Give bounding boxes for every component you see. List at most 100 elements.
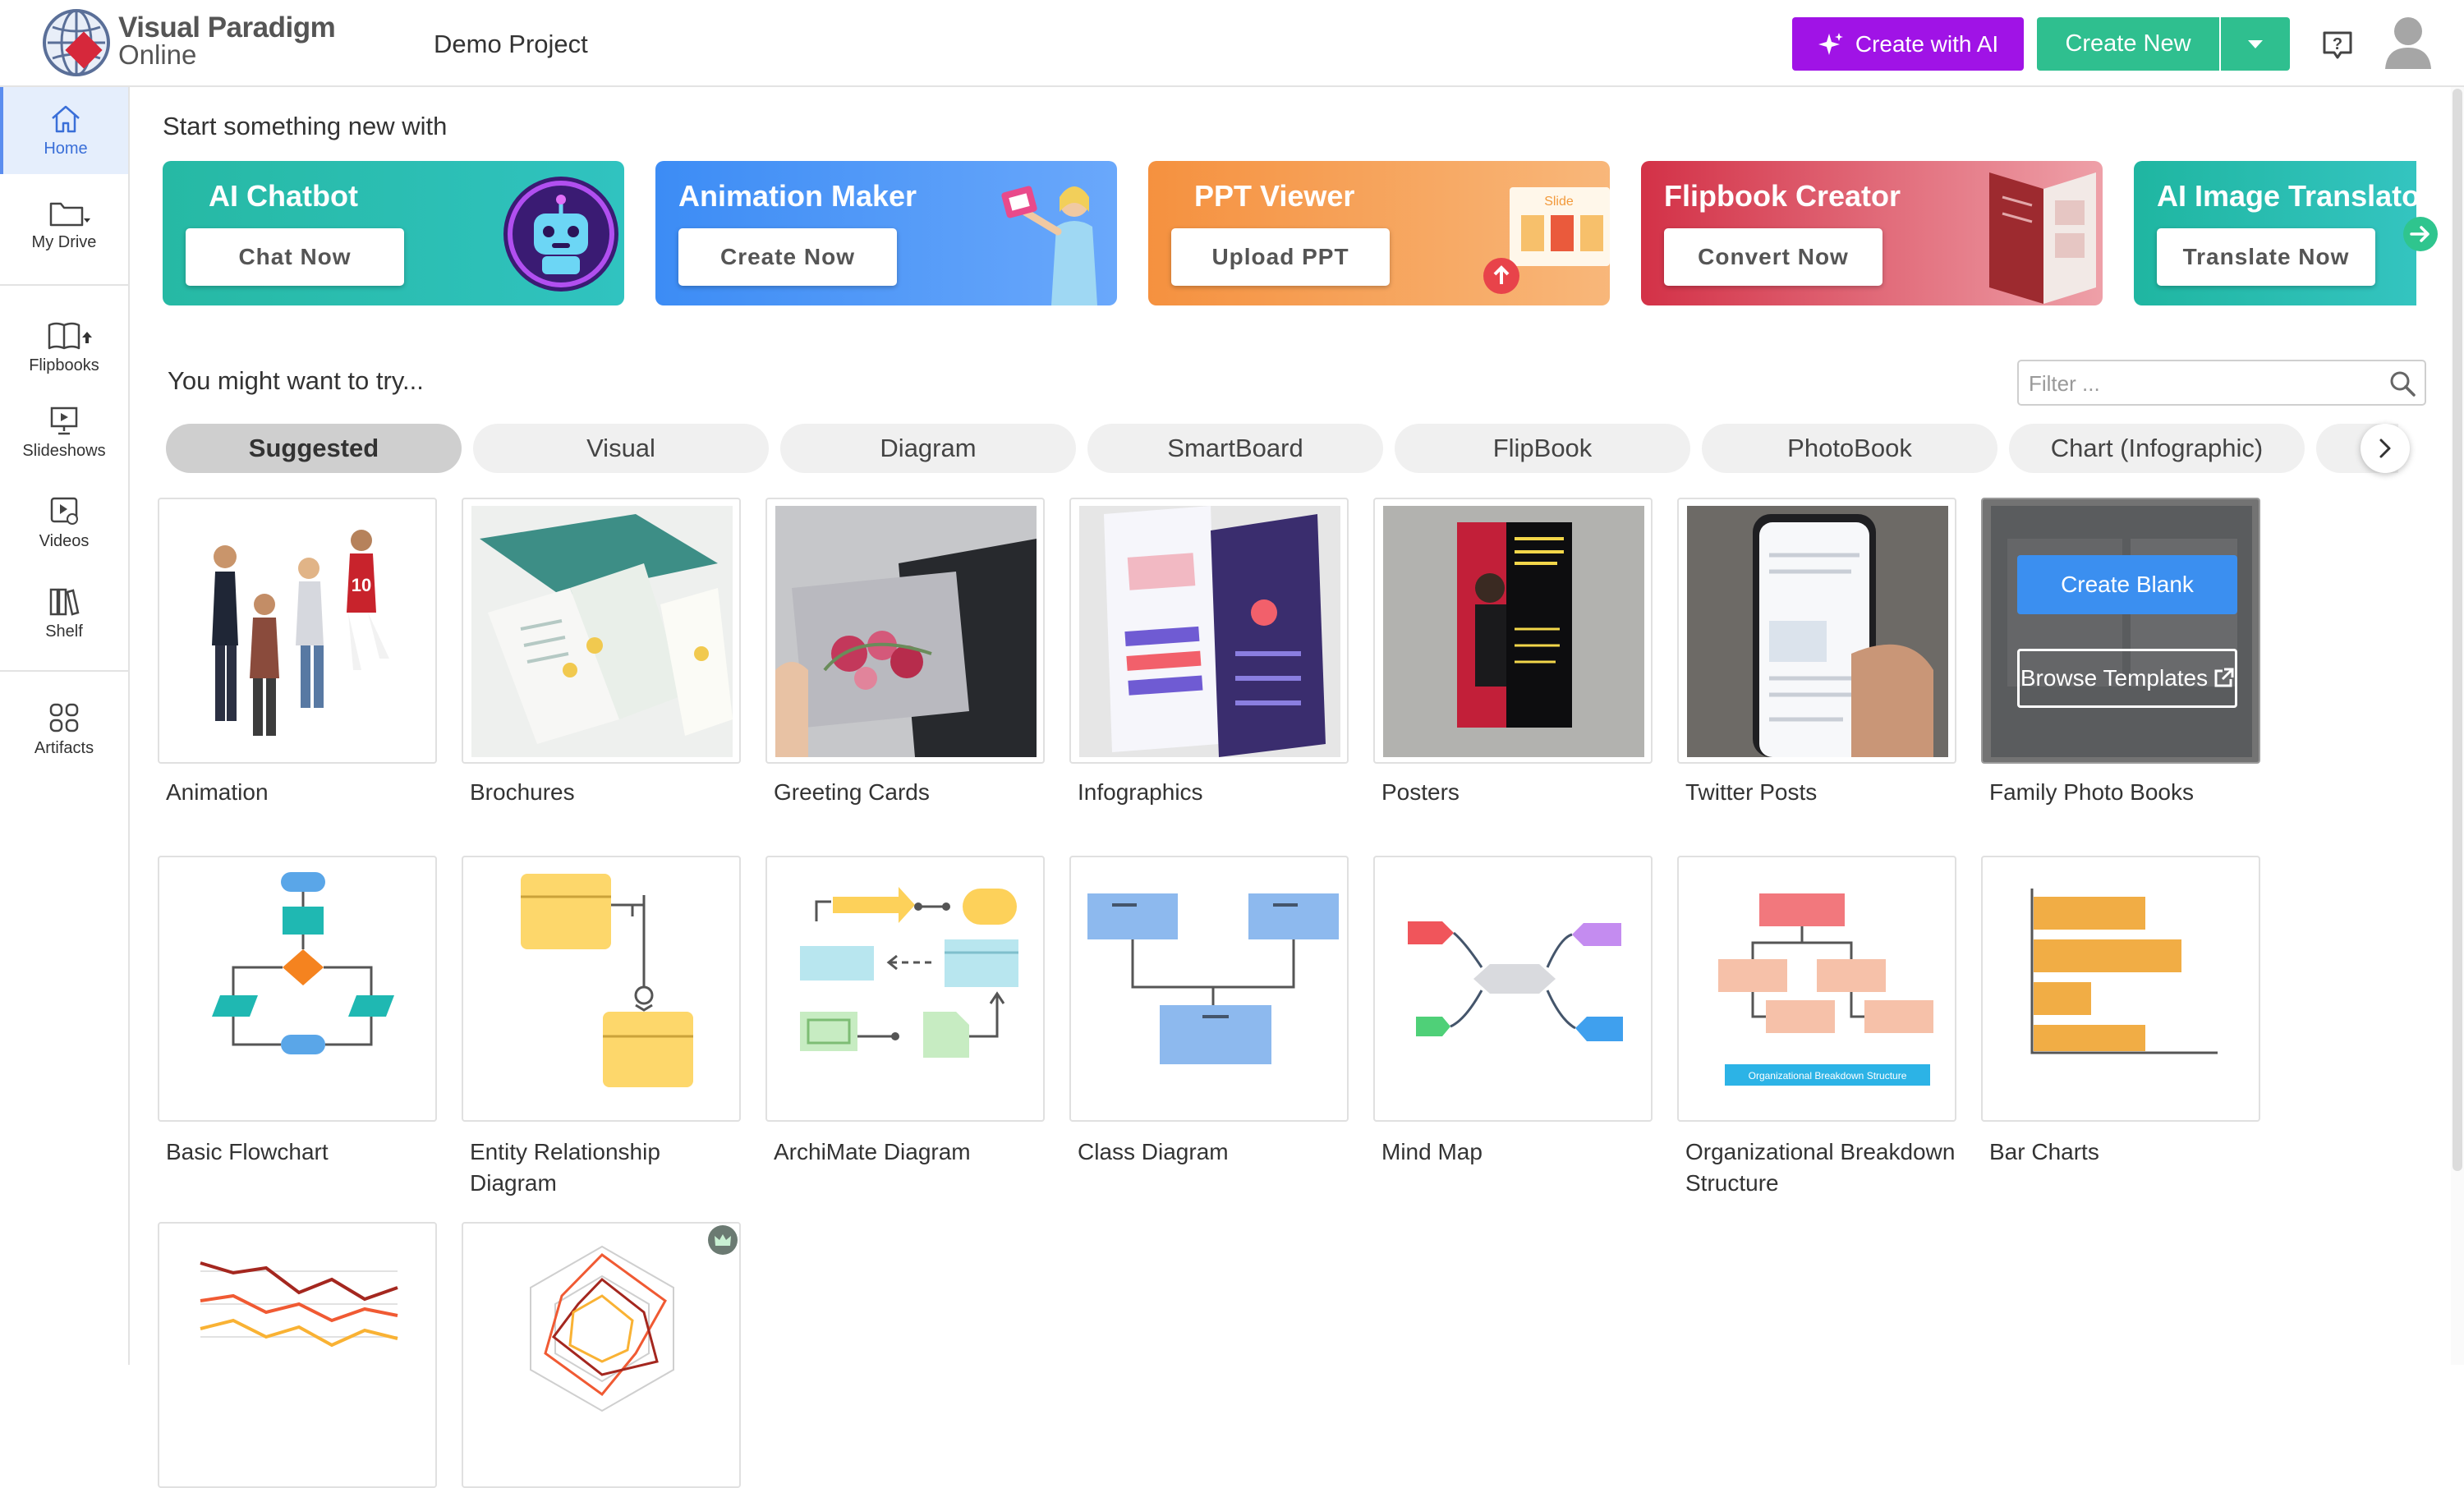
filter-field[interactable] <box>2017 360 2426 406</box>
help-icon[interactable]: ? <box>2321 30 2354 61</box>
brochures-thumbnail <box>471 506 733 757</box>
template-card-line-chart[interactable] <box>158 1222 437 1488</box>
template-label: Bar Charts <box>1989 1139 2099 1164</box>
banner-ppt-viewer[interactable]: PPT Viewer Upload PPT Slide <box>1148 161 1610 305</box>
template-card-twitter-posts[interactable] <box>1677 498 1956 764</box>
svg-text:?: ? <box>2333 35 2342 53</box>
banner-title: AI Chatbot <box>209 179 358 213</box>
template-card-radar-chart[interactable] <box>462 1222 741 1488</box>
sidebar-item-artifacts[interactable]: Artifacts <box>0 701 128 758</box>
template-card-animation[interactable]: 10 <box>158 498 437 764</box>
user-avatar-icon[interactable] <box>2384 15 2433 71</box>
try-section-heading: You might want to try... <box>168 366 424 395</box>
template-card-brochures[interactable] <box>462 498 741 764</box>
banner-animation-maker[interactable]: Animation Maker Create Now <box>655 161 1117 305</box>
sidebar: Home My Drive Flipbooks Slideshows Video… <box>0 87 130 1365</box>
tab-suggested[interactable]: Suggested <box>166 424 462 473</box>
template-label: Greeting Cards <box>774 779 930 805</box>
sidebar-item-label: Videos <box>39 532 90 550</box>
posters-thumbnail <box>1383 506 1644 757</box>
grid-icon <box>49 703 79 733</box>
greeting-cards-thumbnail <box>775 506 1037 757</box>
premium-crown-icon <box>708 1225 738 1255</box>
shelf-icon <box>49 588 80 616</box>
animation-thumbnail: 10 <box>168 506 429 757</box>
sidebar-item-slideshows[interactable]: Slideshows <box>0 404 128 461</box>
start-section-heading: Start something new with <box>163 112 448 140</box>
erd-thumbnail <box>471 864 733 1115</box>
upload-ppt-button[interactable]: Upload PPT <box>1171 228 1390 286</box>
slide-art-text: Slide <box>1544 195 1574 209</box>
template-card-basic-flowchart[interactable] <box>158 856 437 1122</box>
template-card-infographics[interactable] <box>1069 498 1349 764</box>
tab-smartboard[interactable]: SmartBoard <box>1087 424 1383 473</box>
scrollbar-thumb[interactable] <box>2453 89 2462 1171</box>
twitter-posts-thumbnail <box>1687 506 1948 757</box>
project-name[interactable]: Demo Project <box>434 30 588 59</box>
browse-templates-button[interactable]: Browse Templates <box>2017 649 2237 708</box>
translate-now-button[interactable]: Translate Now <box>2157 228 2375 286</box>
sidebar-item-label: Artifacts <box>34 739 94 757</box>
sidebar-item-label: Home <box>44 139 88 158</box>
video-icon <box>50 497 78 525</box>
template-card-greeting-cards[interactable] <box>765 498 1045 764</box>
tab-visual[interactable]: Visual <box>473 424 769 473</box>
banner-title: Animation Maker <box>678 179 917 213</box>
sidebar-divider <box>0 670 128 672</box>
banner-title: Flipbook Creator <box>1664 179 1901 213</box>
template-card-mind-map[interactable] <box>1373 856 1653 1122</box>
template-label: Class Diagram <box>1078 1139 1229 1164</box>
template-label: Brochures <box>470 779 575 805</box>
banner-flipbook-creator[interactable]: Flipbook Creator Convert Now <box>1641 161 2103 305</box>
line-chart-thumbnail <box>168 1230 429 1481</box>
arrow-right-icon <box>2410 226 2430 242</box>
convert-now-button[interactable]: Convert Now <box>1664 228 1882 286</box>
hover-overlay: Create Blank Browse Templates <box>1983 499 2259 762</box>
template-label: Posters <box>1381 779 1460 805</box>
sidebar-item-videos[interactable]: Videos <box>0 494 128 551</box>
radar-chart-thumbnail <box>471 1230 733 1481</box>
chat-now-button[interactable]: Chat Now <box>186 228 404 286</box>
home-icon <box>52 105 80 132</box>
template-card-organizational-breakdown-structure[interactable]: Organizational Breakdown Structure <box>1677 856 1956 1122</box>
template-card-archimate-diagram[interactable] <box>765 856 1045 1122</box>
tabs-next-button[interactable] <box>2361 424 2410 473</box>
sidebar-item-my-drive[interactable]: My Drive <box>0 199 128 252</box>
filter-input[interactable] <box>2027 368 2384 399</box>
template-card-posters[interactable] <box>1373 498 1653 764</box>
top-bar: Visual Paradigm Online Demo Project Crea… <box>0 0 2464 87</box>
sidebar-item-home[interactable]: Home <box>0 87 128 174</box>
create-with-ai-button[interactable]: Create with AI <box>1792 17 2024 71</box>
template-label: Organizational Breakdown Structure <box>1685 1139 1956 1196</box>
template-label: Basic Flowchart <box>166 1139 329 1164</box>
template-card-entity-relationship-diagram[interactable] <box>462 856 741 1122</box>
folder-icon <box>49 202 90 227</box>
banner-ai-chatbot[interactable]: AI Chatbot Chat Now <box>163 161 624 305</box>
sidebar-item-shelf[interactable]: Shelf <box>0 585 128 641</box>
sidebar-item-label: Slideshows <box>22 442 106 460</box>
sidebar-item-label: My Drive <box>31 233 97 251</box>
sidebar-divider <box>0 284 128 286</box>
tab-flipbook[interactable]: FlipBook <box>1395 424 1690 473</box>
create-now-button[interactable]: Create Now <box>678 228 897 286</box>
tab-photobook[interactable]: PhotoBook <box>1702 424 1997 473</box>
flipbook-illustration-icon <box>1989 172 2096 304</box>
template-card-family-photo-books[interactable]: Create Blank Browse Templates <box>1981 498 2260 764</box>
tab-diagram[interactable]: Diagram <box>780 424 1076 473</box>
caret-down-icon <box>2248 39 2263 48</box>
template-label: Mind Map <box>1381 1139 1483 1164</box>
mind-map-thumbnail <box>1383 864 1644 1115</box>
template-card-bar-charts[interactable] <box>1981 856 2260 1122</box>
robot-icon <box>503 177 618 292</box>
tab-chart-infographic[interactable]: Chart (Infographic) <box>2009 424 2305 473</box>
sidebar-item-flipbooks[interactable]: Flipbooks <box>0 319 128 375</box>
obs-thumbnail: Organizational Breakdown Structure <box>1687 864 1948 1115</box>
banner-next-arrow-icon[interactable] <box>2403 217 2438 251</box>
create-new-button[interactable]: Create New <box>2037 17 2219 71</box>
banner-title: AI Image Translato <box>2157 179 2416 213</box>
search-icon[interactable] <box>2388 370 2416 397</box>
banner-ai-image-translator[interactable]: AI Image Translato Translate Now <box>2134 161 2416 305</box>
create-new-dropdown-button[interactable] <box>2221 17 2290 71</box>
create-blank-button[interactable]: Create Blank <box>2017 555 2237 614</box>
template-card-class-diagram[interactable] <box>1069 856 1349 1122</box>
